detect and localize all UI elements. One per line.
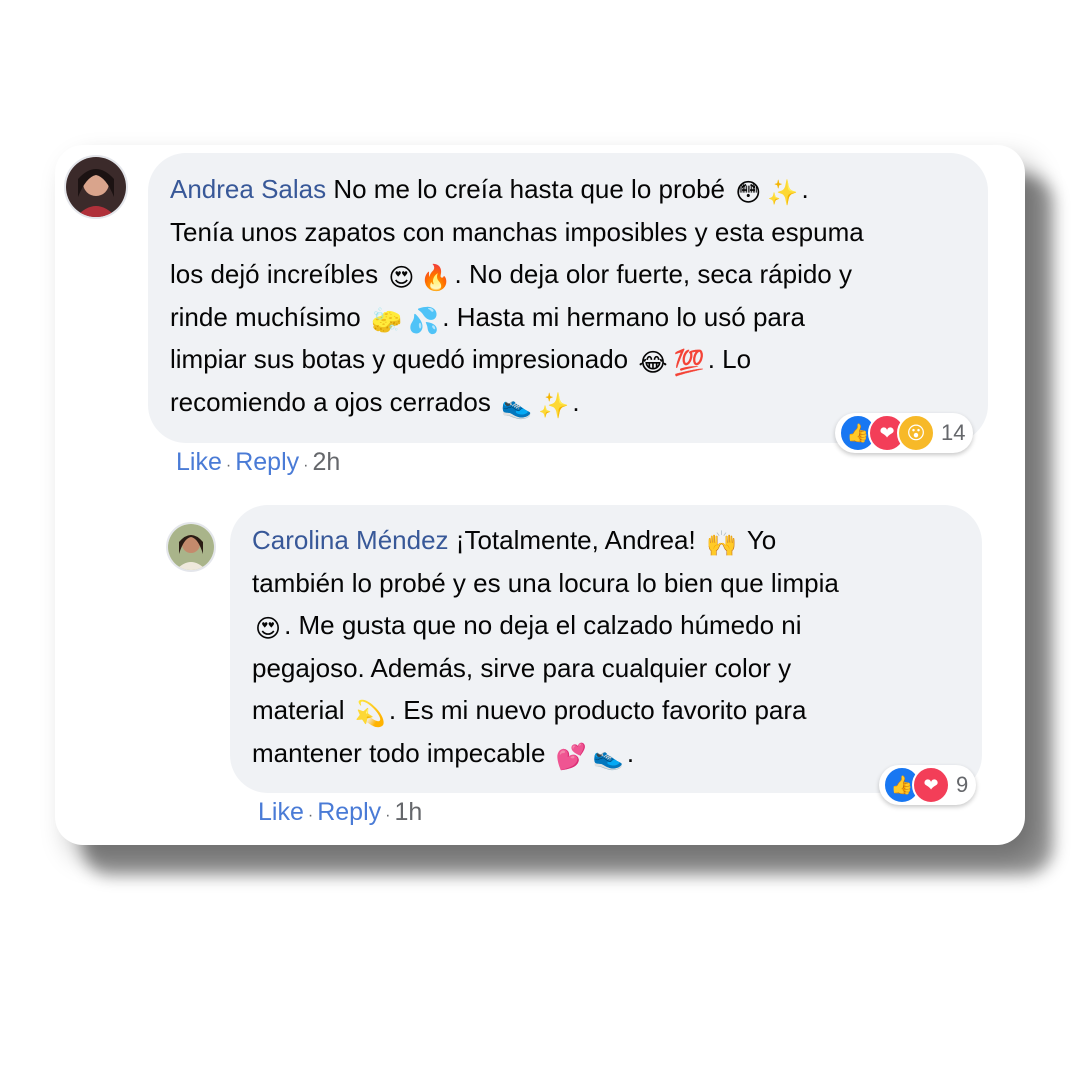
emoji-icon: 💕 xyxy=(555,742,587,771)
action-separator: · xyxy=(225,457,232,474)
comment-line: también lo probé y es una locura lo bien… xyxy=(252,567,839,598)
emoji-icon: 🔥 xyxy=(420,264,452,292)
reaction-love-icon: ❤ xyxy=(912,766,950,804)
comment-line: Tenía unos zapatos con manchas imposible… xyxy=(170,216,864,247)
emoji-icon: 👟 xyxy=(592,742,624,771)
emoji-icon: 😳 xyxy=(735,179,762,207)
timestamp[interactable]: 1h xyxy=(394,798,422,827)
avatar-carolina[interactable] xyxy=(166,522,216,572)
reaction-summary[interactable]: 👍 ❤ 9 xyxy=(879,765,977,805)
reply-actions: Like · Reply · 1h xyxy=(258,798,422,827)
timestamp[interactable]: 2h xyxy=(312,448,340,477)
like-button[interactable]: Like xyxy=(176,448,222,477)
comment-line: mantener todo impecable 💕 👟. xyxy=(252,737,635,771)
comment-line: pegajoso. Además, sirve para cualquier c… xyxy=(252,652,792,683)
comment-line: los dejó increíbles 😍 🔥. No deja olor fue… xyxy=(170,259,852,292)
reaction-wow-icon: 😮 xyxy=(897,414,935,452)
action-separator: · xyxy=(303,457,309,474)
comment-text: Andrea Salas No me lo creía hasta que lo… xyxy=(170,168,966,423)
emoji-icon: 😍 xyxy=(255,615,282,643)
reply-bubble: Carolina Méndez ¡Totalmente, Andrea! 🙌 Y… xyxy=(230,505,982,793)
comment-line: 😍. Me gusta que no deja el calzado húmed… xyxy=(255,610,802,643)
emoji-icon: 😂 xyxy=(638,349,668,377)
action-separator: · xyxy=(385,807,391,824)
reaction-summary[interactable]: 👍 ❤ 😮 14 xyxy=(835,413,974,453)
emoji-icon: 💦 xyxy=(408,306,440,335)
comment-line: material 💫. Es mi nuevo producto favorit… xyxy=(252,695,807,728)
comment-author[interactable]: Andrea Salas xyxy=(170,174,326,204)
comment-line: Carolina Méndez ¡Totalmente, Andrea! 🙌 Y… xyxy=(252,525,777,558)
emoji-icon: 👟 xyxy=(501,391,533,420)
avatar-andrea[interactable] xyxy=(64,155,128,219)
comment-line: Andrea Salas No me lo creía hasta que lo… xyxy=(170,174,809,207)
emoji-icon: 🧽 xyxy=(370,306,403,335)
reaction-count: 9 xyxy=(956,772,969,797)
reaction-count: 14 xyxy=(941,420,966,445)
action-separator: · xyxy=(307,807,314,824)
comment-bubble: Andrea Salas No me lo creía hasta que lo… xyxy=(148,153,988,443)
reply-button[interactable]: Reply xyxy=(235,448,299,477)
comment-actions: Like · Reply · 2h xyxy=(176,448,340,477)
reply-button[interactable]: Reply xyxy=(317,798,381,827)
reply-text: Carolina Méndez ¡Totalmente, Andrea! 🙌 Y… xyxy=(252,519,960,774)
emoji-icon: ✨ xyxy=(767,179,799,207)
like-button[interactable]: Like xyxy=(258,798,304,827)
emoji-icon: 💫 xyxy=(354,700,386,728)
comment-line: limpiar sus botas y quedó impresionado 😂… xyxy=(170,344,752,377)
emoji-icon: 😍 xyxy=(388,264,415,292)
emoji-icon: 🙌 xyxy=(705,530,738,558)
comment-thread-card: Andrea Salas No me lo creía hasta que lo… xyxy=(55,145,1025,845)
emoji-icon: ✨ xyxy=(538,391,570,420)
comment-line: rinde muchísimo 🧽 💦. Hasta mi hermano lo … xyxy=(170,301,805,335)
emoji-icon: 💯 xyxy=(673,349,705,377)
comment-author[interactable]: Carolina Méndez xyxy=(252,525,449,555)
